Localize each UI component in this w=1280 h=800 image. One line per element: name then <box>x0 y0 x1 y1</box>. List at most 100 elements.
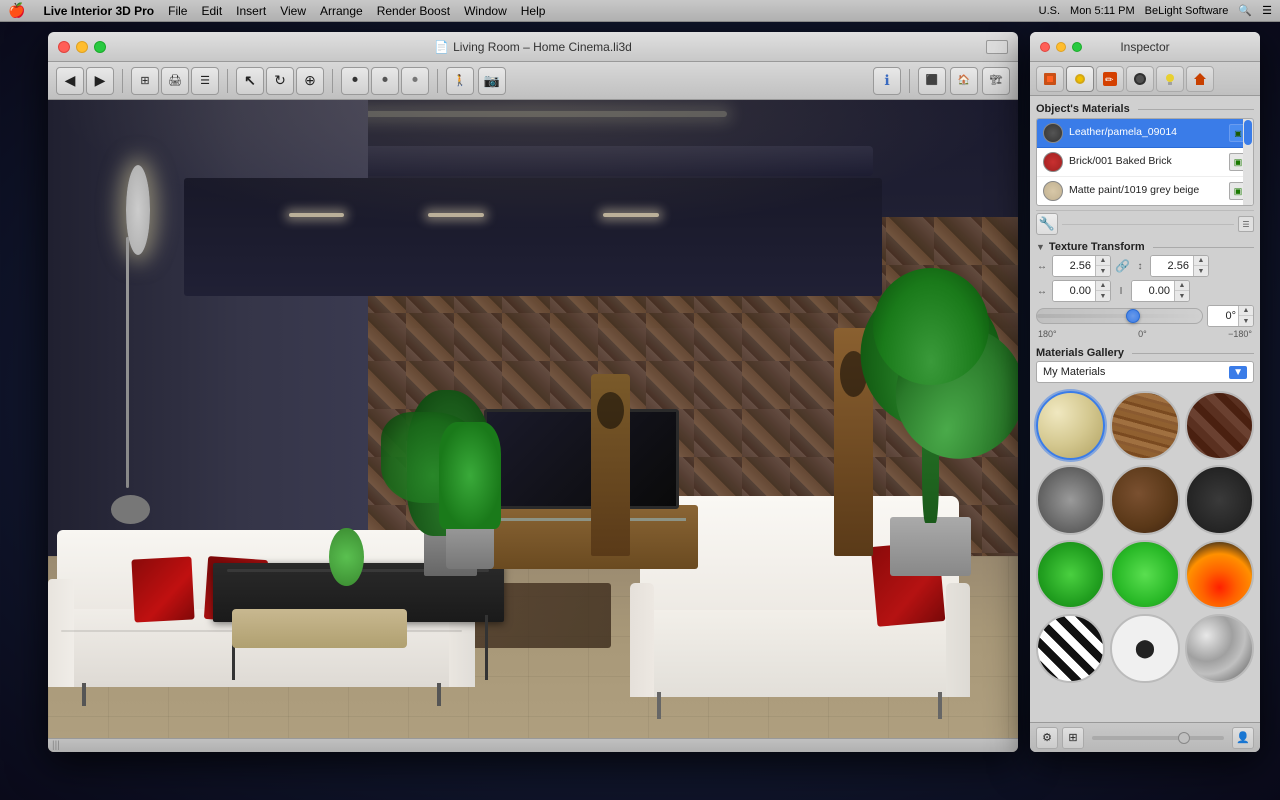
gallery-dropdown-arrow[interactable]: ▼ <box>1229 366 1247 379</box>
window-menu-icon[interactable] <box>986 40 1008 54</box>
rotate-button[interactable]: ↻ <box>266 67 294 95</box>
material-item-leather[interactable]: Leather/pamela_09014 ▣ <box>1037 119 1253 148</box>
tex-width-up[interactable]: ▲ <box>1096 256 1110 266</box>
gallery-item-fire[interactable] <box>1185 540 1254 609</box>
gallery-item-fabric[interactable] <box>1036 391 1105 460</box>
gallery-item-concrete[interactable] <box>1036 465 1105 534</box>
menu-window[interactable]: Window <box>464 4 507 18</box>
inspector-tab-light[interactable] <box>1066 66 1094 92</box>
layout3-button[interactable]: 🏗 <box>982 67 1010 95</box>
tex-offset-y-group[interactable]: ▲ ▼ <box>1131 280 1190 302</box>
menu-insert[interactable]: Insert <box>236 4 266 18</box>
select-button[interactable]: ↖ <box>236 67 264 95</box>
menu-arrange[interactable]: Arrange <box>320 4 363 18</box>
inspector-tab-object[interactable] <box>1036 66 1064 92</box>
rotation-labels: 180° 0° −180° <box>1036 329 1254 343</box>
search-menubar-icon[interactable]: 🔍 <box>1238 4 1252 17</box>
view3d-button[interactable]: ☰ <box>191 67 219 95</box>
gallery-item-leather[interactable] <box>1110 465 1179 534</box>
move-button[interactable]: ⊕ <box>296 67 324 95</box>
rotation-input[interactable] <box>1208 306 1238 326</box>
info-button[interactable]: ℹ <box>873 67 901 95</box>
tex-width-down[interactable]: ▼ <box>1096 266 1110 276</box>
tex-offset-x-down[interactable]: ▼ <box>1096 291 1110 301</box>
tex-offset-x-input[interactable] <box>1053 281 1095 301</box>
gallery-item-chrome[interactable] <box>1185 614 1254 683</box>
record1-button[interactable]: ⏺ <box>341 67 369 95</box>
zoom-thumb[interactable] <box>1178 732 1190 744</box>
camera-button[interactable]: 📷 <box>478 67 506 95</box>
tex-width-input[interactable] <box>1053 256 1095 276</box>
inspector-zoom-slider[interactable] <box>1092 730 1224 746</box>
render-button[interactable]: 🖨 <box>161 67 189 95</box>
record3-button[interactable]: ⏺ <box>401 67 429 95</box>
gallery-item-brick[interactable] <box>1185 391 1254 460</box>
speaker-left <box>591 374 630 557</box>
layout2-button[interactable]: 🏠 <box>950 67 978 95</box>
gallery-dropdown[interactable]: My Materials ▼ <box>1036 361 1254 383</box>
close-button[interactable] <box>58 41 70 53</box>
rotation-up[interactable]: ▲ <box>1239 306 1253 316</box>
scene-view[interactable] <box>48 100 1018 752</box>
nav-forward-button[interactable]: ▶ <box>86 67 114 95</box>
tex-offset-y-up[interactable]: ▲ <box>1175 281 1189 291</box>
mat-eyedropper-button[interactable]: 🔧 <box>1036 213 1058 235</box>
view-group: ⊞ 🖨 ☰ <box>131 67 219 95</box>
inspector-minimize[interactable] <box>1056 42 1066 52</box>
record2-button[interactable]: ⏺ <box>371 67 399 95</box>
menu-view[interactable]: View <box>280 4 306 18</box>
inspector-tab-house[interactable] <box>1186 66 1214 92</box>
rotation-slider[interactable] <box>1036 308 1203 324</box>
tex-offset-y-input[interactable] <box>1132 281 1174 301</box>
mat-list-icon[interactable]: ☰ <box>1238 216 1254 232</box>
gallery-item-spot[interactable]: ⬤ <box>1110 614 1179 683</box>
inspector-close[interactable] <box>1040 42 1050 52</box>
menu-file[interactable]: File <box>168 4 187 18</box>
materials-scrollbar-thumb[interactable] <box>1244 120 1252 145</box>
layout1-button[interactable]: ⬛ <box>918 67 946 95</box>
viewport[interactable]: ||| <box>48 100 1018 752</box>
hamburger-icon[interactable]: ☰ <box>1262 4 1272 17</box>
tex-height-input[interactable] <box>1151 256 1193 276</box>
inspector-view-button[interactable]: 👤 <box>1232 727 1254 749</box>
walk-button[interactable]: 🚶 <box>446 67 474 95</box>
tex-height-up[interactable]: ▲ <box>1194 256 1208 266</box>
inspector-title: Inspector <box>1120 40 1169 54</box>
inspector-maximize[interactable] <box>1072 42 1082 52</box>
floorplan-button[interactable]: ⊞ <box>131 67 159 95</box>
menu-edit[interactable]: Edit <box>201 4 222 18</box>
inspector-tab-material[interactable] <box>1126 66 1154 92</box>
app-name[interactable]: Live Interior 3D Pro <box>43 4 154 18</box>
menu-help[interactable]: Help <box>521 4 546 18</box>
inspector-grid-button[interactable]: ⊞ <box>1062 727 1084 749</box>
materials-scrollbar[interactable] <box>1243 119 1253 205</box>
inspector-tab-bulb[interactable] <box>1156 66 1184 92</box>
nav-back-button[interactable]: ◀ <box>56 67 84 95</box>
tex-offset-x-up[interactable]: ▲ <box>1096 281 1110 291</box>
minimize-button[interactable] <box>76 41 88 53</box>
tex-link-icon[interactable]: 🔗 <box>1115 259 1130 273</box>
maximize-button[interactable] <box>94 41 106 53</box>
horizontal-scrollbar[interactable]: ||| <box>48 738 1018 752</box>
material-item-paint[interactable]: Matte paint/1019 grey beige ▣ <box>1037 177 1253 205</box>
tex-offset-x-group[interactable]: ▲ ▼ <box>1052 280 1111 302</box>
material-item-brick[interactable]: Brick/001 Baked Brick ▣ <box>1037 148 1253 177</box>
gallery-item-dark[interactable] <box>1185 465 1254 534</box>
tex-height-down[interactable]: ▼ <box>1194 266 1208 276</box>
tex-offset-y-down[interactable]: ▼ <box>1175 291 1189 301</box>
menu-render-boost[interactable]: Render Boost <box>377 4 450 18</box>
clock: Mon 5:11 PM <box>1070 5 1135 17</box>
inspector-settings-button[interactable]: ⚙ <box>1036 727 1058 749</box>
gallery-item-wood[interactable] <box>1110 391 1179 460</box>
inspector-tab-paint[interactable]: ✏ <box>1096 66 1124 92</box>
gallery-item-green1[interactable] <box>1036 540 1105 609</box>
tex-width-input-group[interactable]: ▲ ▼ <box>1052 255 1111 277</box>
gallery-item-green2[interactable] <box>1110 540 1179 609</box>
rotation-thumb[interactable] <box>1126 309 1140 323</box>
rotation-down[interactable]: ▼ <box>1239 316 1253 326</box>
tex-height-input-group[interactable]: ▲ ▼ <box>1150 255 1209 277</box>
apple-menu[interactable]: 🍎 <box>8 2 25 19</box>
rotation-input-group[interactable]: ▲ ▼ <box>1207 305 1254 327</box>
gallery-item-zebra[interactable] <box>1036 614 1105 683</box>
table-bowl <box>329 528 364 587</box>
